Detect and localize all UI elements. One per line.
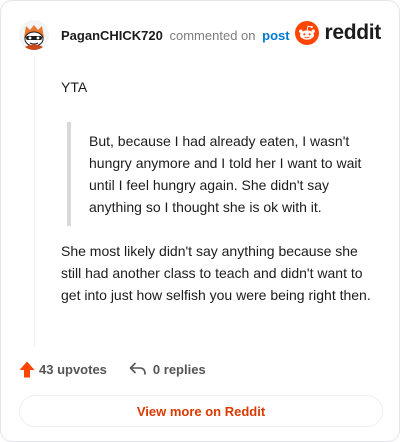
thread-line — [34, 57, 35, 347]
reddit-wordmark: reddit — [324, 21, 381, 44]
comment-byline: PaganCHICK720 commented on post — [61, 28, 290, 43]
comment-body: YTA But, because I had already eaten, I … — [61, 71, 379, 306]
reddit-logo[interactable]: reddit — [295, 21, 381, 45]
upvote-arrow-icon — [19, 361, 35, 377]
username-link[interactable]: PaganCHICK720 — [61, 28, 163, 43]
reddit-snoo-icon — [295, 21, 320, 45]
comment-paragraph-1: YTA — [61, 79, 88, 95]
blockquote-text: But, because I had already eaten, I wasn… — [89, 133, 362, 215]
comment-embed-card: PaganCHICK720 commented on post reddit Y… — [0, 0, 400, 442]
comment-actions: 43 upvotes 0 replies — [19, 359, 206, 379]
upvote-count: 43 upvotes — [39, 361, 107, 377]
snoo-avatar-icon — [19, 20, 49, 50]
post-link[interactable]: post — [262, 28, 289, 43]
view-more-button[interactable]: View more on Reddit — [19, 395, 383, 427]
comment-header: PaganCHICK720 commented on post reddit — [19, 19, 385, 51]
reply-count: 0 replies — [152, 361, 206, 377]
reply-icon — [129, 362, 146, 375]
replies[interactable]: 0 replies — [129, 362, 206, 377]
comment-paragraph-2: She most likely didn't say anything beca… — [61, 243, 371, 303]
blockquote: But, because I had already eaten, I wasn… — [67, 122, 379, 226]
upvotes[interactable]: 43 upvotes — [19, 361, 107, 378]
avatar[interactable] — [19, 20, 49, 50]
action-text: commented on — [169, 27, 256, 43]
